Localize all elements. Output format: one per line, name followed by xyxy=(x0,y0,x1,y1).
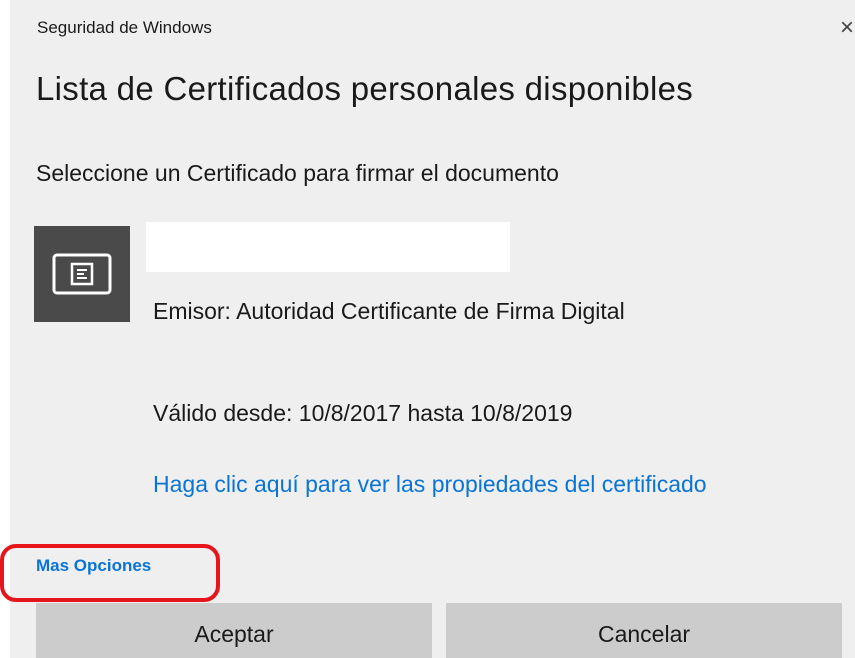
cancel-button[interactable]: Cancelar xyxy=(446,603,842,658)
certificate-icon[interactable] xyxy=(34,226,130,322)
certificate-validity: Válido desde: 10/8/2017 hasta 10/8/2019 xyxy=(153,400,573,426)
dialog-instruction: Seleccione un Certificado para firmar el… xyxy=(36,160,559,186)
security-dialog: Seguridad de Windows × Lista de Certific… xyxy=(10,0,855,658)
certificate-properties-link[interactable]: Haga clic aquí para ver las propiedades … xyxy=(153,465,753,503)
window-title: Seguridad de Windows xyxy=(37,18,212,37)
certificate-issuer: Emisor: Autoridad Certificante de Firma … xyxy=(153,298,625,324)
dialog-heading: Lista de Certificados personales disponi… xyxy=(36,70,694,107)
accept-button[interactable]: Aceptar xyxy=(36,603,432,658)
certificate-icon-glyph xyxy=(52,253,112,295)
close-icon[interactable]: × xyxy=(840,16,855,40)
certificate-name[interactable] xyxy=(146,222,510,272)
more-options-link[interactable]: Mas Opciones xyxy=(36,556,151,576)
